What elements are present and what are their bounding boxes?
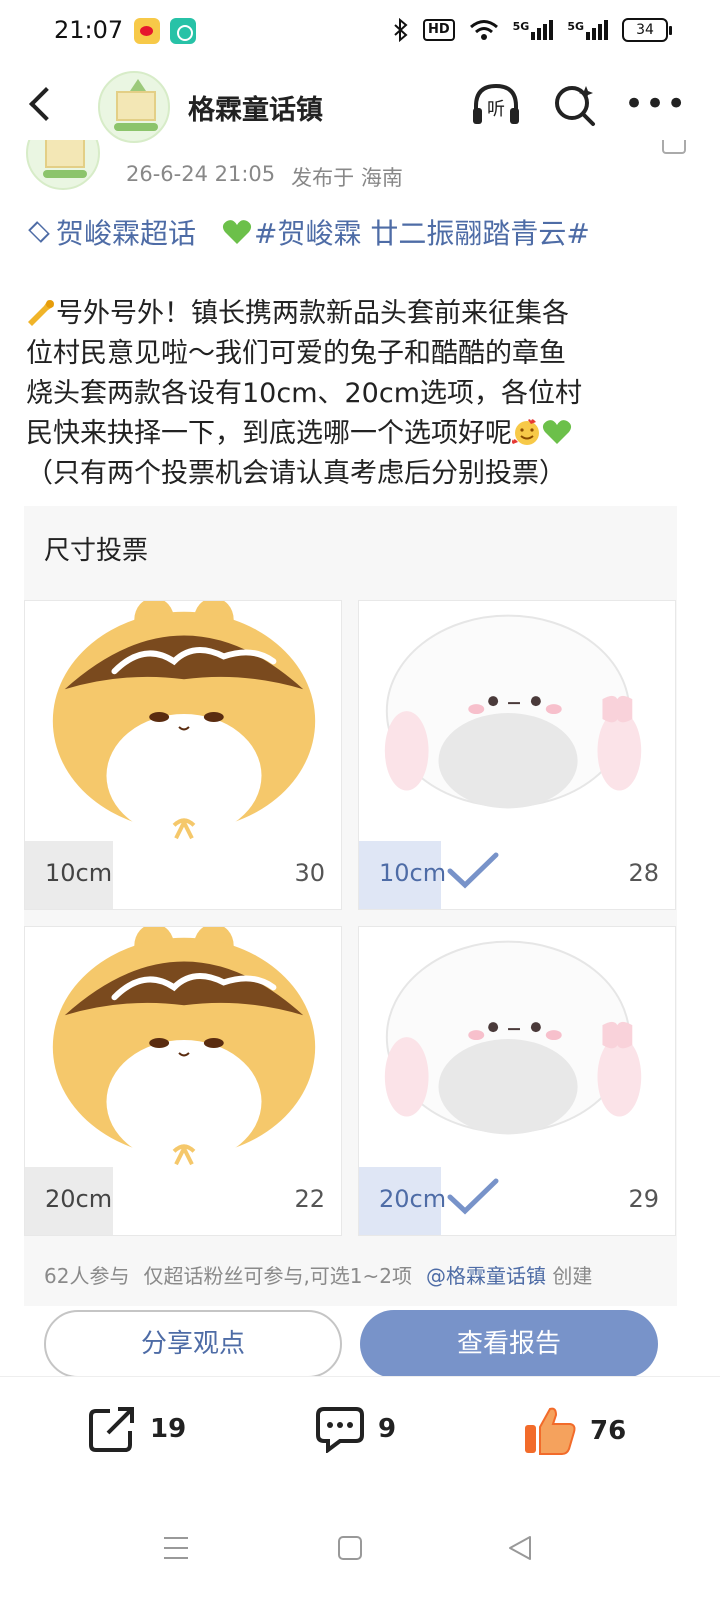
battery-icon: 34 [622, 18, 672, 42]
option-count: 22 [294, 1185, 325, 1213]
trumpet-icon [28, 300, 54, 326]
more-options-icon[interactable]: ••• [624, 84, 686, 124]
option-count: 30 [294, 859, 325, 887]
back-triangle-icon[interactable] [490, 1510, 550, 1570]
body-line-2: 位村民意见啦～我们可爱的兔子和酷酷的章鱼 [26, 338, 566, 369]
search-icon[interactable] [552, 82, 598, 128]
system-navigation-bar [0, 1486, 720, 1612]
option-count: 29 [628, 1185, 659, 1213]
network-label: 5G [512, 20, 530, 33]
comment-count: 9 [378, 1414, 397, 1444]
post-author-avatar[interactable] [26, 140, 100, 190]
poll-creator: @格霖童话镇 创建 [426, 1260, 592, 1289]
creator-link[interactable]: @格霖童话镇 [426, 1264, 546, 1288]
view-report-button[interactable]: 查看报告 [360, 1310, 658, 1378]
poll-rule: 仅超话粉丝可参与,可选1~2项 [143, 1264, 413, 1288]
app-notification-icon [170, 18, 196, 44]
topic-links: 贺峻霖超话 #贺峻霖 廿二振翮踏青云# [26, 212, 590, 252]
supertopic-link[interactable]: 贺峻霖超话 [56, 212, 196, 252]
castle-logo-icon [116, 79, 156, 121]
share-opinion-button[interactable]: 分享观点 [44, 1310, 342, 1378]
option-label: 10cm [379, 859, 447, 887]
white-bunny-hat-image [384, 940, 642, 1135]
logo-banner [43, 170, 87, 178]
post-action-bar: 19 9 76 [0, 1376, 720, 1486]
wifi-icon [469, 20, 498, 40]
smiling-hearts-face-icon [512, 419, 539, 445]
status-time: 21:07 [54, 16, 124, 44]
status-bar: 21:07 HD 5G 5G 34 [0, 0, 720, 64]
poll-participants: 62人参与 [44, 1264, 130, 1288]
listen-label: 听 [487, 99, 505, 120]
logo-banner [114, 123, 158, 131]
repost-icon [89, 1407, 134, 1452]
body-line-5: （只有两个投票机会请认真考虑后分别投票） [26, 458, 566, 489]
white-bunny-hat-image [384, 614, 642, 809]
body-text-1: 号外号外！镇长携两款新品头套前来征集各 [56, 298, 569, 329]
option-label: 10cm [45, 859, 113, 887]
post-meta: 26-6-24 21:05 发布于 海南 [126, 162, 403, 192]
poll-option-2[interactable]: 10cm 28 [358, 600, 676, 910]
option-label: 20cm [45, 1185, 113, 1213]
takoyaki-bunny-hat-image [52, 927, 316, 1166]
avatar-circle [26, 140, 100, 190]
poll-option-3[interactable]: 20cm 22 [24, 926, 342, 1236]
green-heart-icon [222, 220, 252, 244]
bookmark-icon[interactable] [662, 140, 686, 154]
network-label-2: 5G [567, 20, 584, 33]
option-label: 20cm [379, 1185, 447, 1213]
hashtag-link[interactable]: #贺峻霖 廿二振翮踏青云# [254, 212, 590, 252]
bluetooth-icon [394, 18, 408, 42]
like-button[interactable]: 76 [522, 1405, 626, 1457]
top-bar: 格霖童话镇 听 ••• [0, 66, 720, 150]
green-heart-icon [542, 420, 572, 444]
body-line-1: 号外号外！镇长携两款新品头套前来征集各 [26, 294, 666, 334]
body-line-3: 烧头套两款各设有10cm、20cm选项，各位村 [26, 378, 583, 409]
poll-card: 尺寸投票 10cm 30 10cm 28 20cm 22 20cm 29 62人… [24, 506, 677, 1306]
post-location: 发布于 海南 [291, 166, 403, 190]
repost-button[interactable]: 19 [88, 1405, 186, 1453]
supertopic-diamond-icon [28, 221, 50, 243]
listen-headphones-icon[interactable]: 听 [470, 80, 522, 130]
status-indicators: HD 5G 5G 34 [393, 18, 672, 42]
comment-button[interactable]: 9 [314, 1405, 396, 1453]
like-thumbs-up-icon [525, 1407, 576, 1455]
repost-count: 19 [150, 1414, 187, 1444]
weibo-notification-icon [134, 18, 160, 44]
account-avatar[interactable] [98, 71, 170, 143]
post-body: 号外号外！镇长携两款新品头套前来征集各 位村民意见啦～我们可爱的兔子和酷酷的章鱼… [26, 294, 666, 494]
takoyaki-bunny-hat-image [52, 601, 316, 840]
post-date: 26-6-24 21:05 [126, 162, 276, 186]
poll-option-4[interactable]: 20cm 29 [358, 926, 676, 1236]
home-icon[interactable] [320, 1510, 380, 1570]
poll-option-1[interactable]: 10cm 30 [24, 600, 342, 910]
hd-icon: HD [422, 19, 455, 41]
option-count: 28 [628, 859, 659, 887]
signal-icon: 5G [513, 20, 554, 40]
poll-title: 尺寸投票 [44, 536, 149, 566]
back-button[interactable] [22, 82, 66, 126]
castle-logo-icon [45, 140, 85, 168]
poll-footer: 62人参与 仅超话粉丝可参与,可选1~2项 @格霖童话镇 创建 [44, 1260, 664, 1289]
creator-suffix: 创建 [552, 1264, 593, 1288]
like-count: 76 [590, 1416, 627, 1446]
account-name[interactable]: 格霖童话镇 [188, 88, 323, 127]
menu-icon[interactable] [146, 1510, 206, 1570]
signal-icon-2: 5G [567, 20, 608, 40]
body-line-4: 民快来抉择一下，到底选哪一个选项好呢 [26, 414, 666, 454]
comment-icon [316, 1407, 364, 1453]
voted-check-icon [447, 852, 499, 889]
voted-check-icon [447, 1178, 499, 1215]
body-text-4: 民快来抉择一下，到底选哪一个选项好呢 [26, 418, 512, 449]
